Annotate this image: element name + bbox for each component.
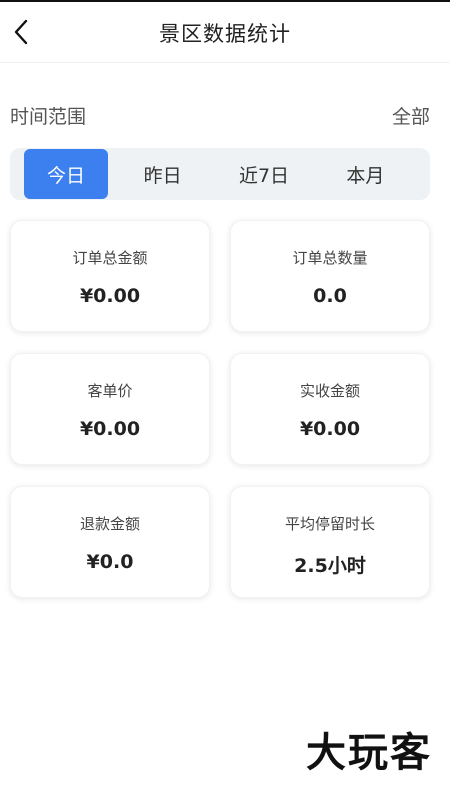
stat-value: 2.5小时 bbox=[294, 555, 366, 577]
time-range-label: 时间范围 bbox=[10, 105, 87, 128]
stat-card-avg-order-price: 客单价 ¥0.00 bbox=[10, 353, 210, 465]
stat-label: 订单总金额 bbox=[72, 249, 148, 267]
stat-card-refund-amount: 退款金额 ¥0.0 bbox=[10, 486, 210, 598]
date-tabs: 今日 昨日 近7日 本月 bbox=[10, 148, 430, 200]
time-range-row: 时间范围 全部 bbox=[10, 100, 430, 130]
stat-label: 实收金额 bbox=[299, 382, 360, 400]
stat-value: ¥0.00 bbox=[299, 418, 361, 440]
watermark-logo: 大玩客 bbox=[306, 730, 432, 776]
tab-today[interactable]: 今日 bbox=[24, 149, 108, 199]
stat-value: ¥0.00 bbox=[79, 418, 141, 440]
stat-label: 客单价 bbox=[87, 382, 133, 400]
tab-this-month[interactable]: 本月 bbox=[315, 149, 416, 199]
stat-value: ¥0.0 bbox=[86, 551, 134, 573]
stat-value: 0.0 bbox=[313, 285, 347, 307]
stat-card-avg-stay-duration: 平均停留时长 2.5小时 bbox=[230, 486, 430, 598]
time-range-scope[interactable]: 全部 bbox=[392, 102, 430, 129]
navbar: 景区数据统计 bbox=[0, 2, 450, 63]
stat-value: ¥0.00 bbox=[79, 285, 141, 307]
tab-yesterday[interactable]: 昨日 bbox=[112, 149, 213, 199]
stat-card-order-total-amount: 订单总金额 ¥0.00 bbox=[10, 220, 210, 332]
stat-label: 订单总数量 bbox=[292, 249, 368, 267]
stat-card-order-count: 订单总数量 0.0 bbox=[230, 220, 430, 332]
stat-label: 平均停留时长 bbox=[284, 515, 375, 533]
tab-last-7-days[interactable]: 近7日 bbox=[213, 149, 314, 199]
stat-label: 退款金额 bbox=[79, 515, 140, 533]
page-title: 景区数据统计 bbox=[159, 22, 291, 46]
stat-card-received-amount: 实收金额 ¥0.00 bbox=[230, 353, 430, 465]
